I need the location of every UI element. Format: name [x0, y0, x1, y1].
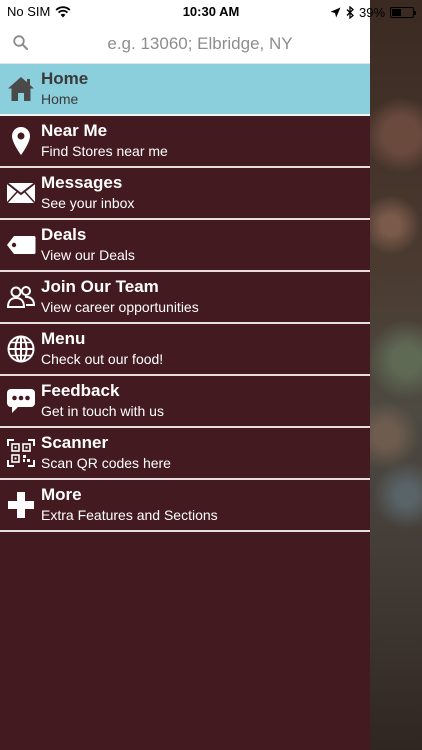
menu-item-subtitle: Scan QR codes here: [41, 455, 171, 471]
menu-item-messages[interactable]: Messages See your inbox: [0, 168, 370, 220]
status-bar: No SIM 10:30 AM: [0, 0, 370, 24]
menu-item-title: Home: [41, 69, 89, 88]
search-input[interactable]: [40, 28, 360, 60]
status-right-cluster: 39%: [330, 3, 417, 21]
battery-fill: [392, 8, 401, 16]
menu-item-scanner[interactable]: Scanner Scan QR codes here: [0, 428, 370, 480]
envelope-icon: [6, 178, 36, 208]
menu-item-subtitle: Find Stores near me: [41, 143, 168, 159]
map-pin-icon: [6, 126, 36, 156]
menu-item-more[interactable]: More Extra Features and Sections: [0, 480, 370, 532]
background-content-peek[interactable]: [370, 0, 422, 750]
people-icon: [6, 282, 36, 312]
menu-item-subtitle: Home: [41, 91, 79, 107]
menu-item-title: Deals: [41, 225, 87, 244]
menu-item-subtitle: View career opportunities: [41, 299, 199, 315]
menu-item-subtitle: See your inbox: [41, 195, 135, 211]
menu-item-near-me[interactable]: Near Me Find Stores near me: [0, 116, 370, 168]
menu-item-title: Feedback: [41, 381, 120, 400]
bluetooth-icon: [346, 5, 354, 19]
chat-bubble-icon: [6, 386, 36, 416]
menu-item-subtitle: Get in touch with us: [41, 403, 164, 419]
menu-item-feedback[interactable]: Feedback Get in touch with us: [0, 376, 370, 428]
location-arrow-icon: [330, 7, 341, 17]
tag-icon: [6, 230, 36, 260]
menu-item-title: Messages: [41, 173, 123, 192]
menu-item-menu[interactable]: Menu Check out our food!: [0, 324, 370, 376]
battery-percentage: 39%: [359, 4, 386, 20]
globe-icon: [6, 334, 36, 364]
menu-item-title: Scanner: [41, 433, 109, 452]
menu-item-title: Menu: [41, 329, 86, 348]
menu-item-title: Near Me: [41, 121, 108, 140]
menu-item-title: Join Our Team: [41, 277, 159, 296]
side-drawer: No SIM 10:30 AM Home Home: [0, 0, 370, 750]
home-icon: [6, 74, 36, 104]
menu-item-subtitle: Extra Features and Sections: [41, 507, 218, 523]
search-icon: [13, 35, 28, 50]
menu-item-subtitle: View our Deals: [41, 247, 135, 263]
menu-item-deals[interactable]: Deals View our Deals: [0, 220, 370, 272]
menu-item-title: More: [41, 485, 82, 504]
plus-icon: [6, 490, 36, 520]
menu-item-home[interactable]: Home Home: [0, 64, 370, 116]
search-bar: [0, 24, 370, 64]
qr-code-icon: [6, 438, 36, 468]
battery-icon: [390, 6, 417, 18]
menu-item-subtitle: Check out our food!: [41, 351, 164, 367]
menu-item-join-our-team[interactable]: Join Our Team View career opportunities: [0, 272, 370, 324]
nav-menu: Home Home Near Me Find Stores near me Me…: [0, 64, 370, 532]
